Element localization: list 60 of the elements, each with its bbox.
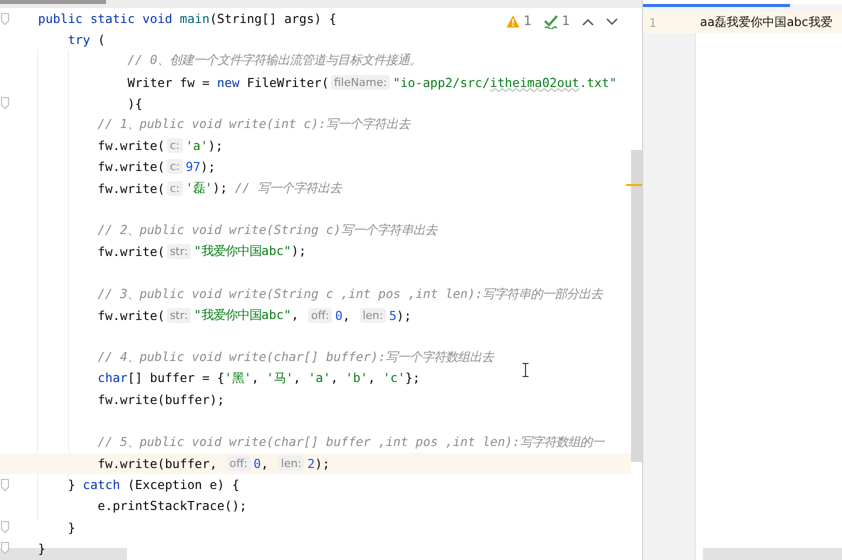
code-text: } [66, 520, 76, 535]
code-text: 'a'); [186, 138, 223, 154]
code-text: public static void main(String[] args) { [38, 11, 336, 26]
warning-indicator[interactable]: 1 [506, 14, 532, 29]
scrollbar-thumb[interactable] [631, 150, 642, 462]
previous-icon[interactable] [582, 18, 594, 26]
parameter-hint: len: [360, 308, 386, 323]
parameter-hint: c: [166, 138, 183, 154]
code-text: fw.write( [96, 308, 165, 323]
warning-marker[interactable] [626, 184, 642, 186]
fold-icon[interactable] [1, 542, 9, 554]
parameter-hint: fileName: [330, 74, 390, 90]
code-comment: // 写一个字符出去 [234, 180, 342, 197]
code-comment: // 2、public void write(String c)写一个字符串出去 [96, 222, 437, 239]
tab-indicator[interactable] [643, 4, 790, 7]
parameter-hint: off: [226, 456, 251, 472]
code-comment: // 1、public void write(int c):写一个字符出去 [96, 116, 410, 134]
parameter-hint: len: [278, 456, 304, 472]
fold-icon[interactable] [1, 97, 9, 110]
code-comment: // 3、public void write(String c ,int pos ,int len):写字符串的一部分出去 [96, 286, 603, 303]
parameter-hint: str: [166, 244, 191, 260]
code-text: 5); [389, 308, 412, 323]
line-number: 1 [648, 16, 658, 30]
spellcheck-indicator[interactable]: 1 [544, 14, 570, 29]
code-text: 2); [307, 456, 330, 472]
parameter-hint: off: [308, 308, 332, 323]
code-text: e.printStackTrace(); [96, 498, 247, 514]
code-comment: // 5、public void write(char[] buffer ,int pos ,int len):写字符数组的一 [96, 434, 604, 451]
code-text: "我爱你中国abc"); [194, 243, 306, 260]
code-text: Writer fw = new FileWriter( [126, 74, 329, 90]
parameter-hint: c: [166, 180, 183, 196]
code-text: 0, [335, 308, 352, 323]
fold-icon[interactable] [1, 521, 9, 534]
code-text: fw.write(buffer, [96, 456, 218, 472]
check-icon [544, 14, 559, 28]
next-icon[interactable] [606, 18, 618, 26]
code-comment: // 4、public void write(char[] buffer):写一个字符数组出去 [96, 349, 494, 366]
file-text: aa磊我爱你中国abc我爱 [699, 14, 832, 31]
parameter-hint: str: [166, 308, 191, 323]
code-text: '磊'); [186, 180, 228, 197]
code-text: char[] buffer = {'黑', '马', 'a', 'b', 'c'}; [96, 370, 420, 388]
code-text: "io-app2/src/itheima02out.txt" [392, 74, 617, 90]
code-text: fw.write( [96, 244, 165, 260]
code-comment: // 0、创建一个文件字符输出流管道与目标文件接通。 [126, 52, 422, 70]
fold-icon[interactable] [1, 12, 9, 25]
code-text: fw.write( [96, 138, 165, 154]
code-text: 0, [254, 456, 270, 472]
text-cursor-icon [522, 363, 529, 377]
parameter-hint: c: [166, 159, 183, 174]
code-text: ){ [126, 96, 142, 111]
code-text: 97); [186, 159, 216, 174]
fold-icon[interactable] [1, 478, 9, 491]
code-text: fw.write(buffer); [96, 392, 224, 408]
code-text: fw.write( [96, 159, 165, 174]
scrollbar-thumb[interactable] [703, 548, 842, 560]
code-text: try ( [66, 32, 106, 48]
code-text: } [38, 540, 46, 556]
code-text: "我爱你中国abc", [194, 306, 300, 324]
code-text: fw.write( [96, 180, 165, 196]
code-text: } catch (Exception e) { [66, 477, 240, 492]
